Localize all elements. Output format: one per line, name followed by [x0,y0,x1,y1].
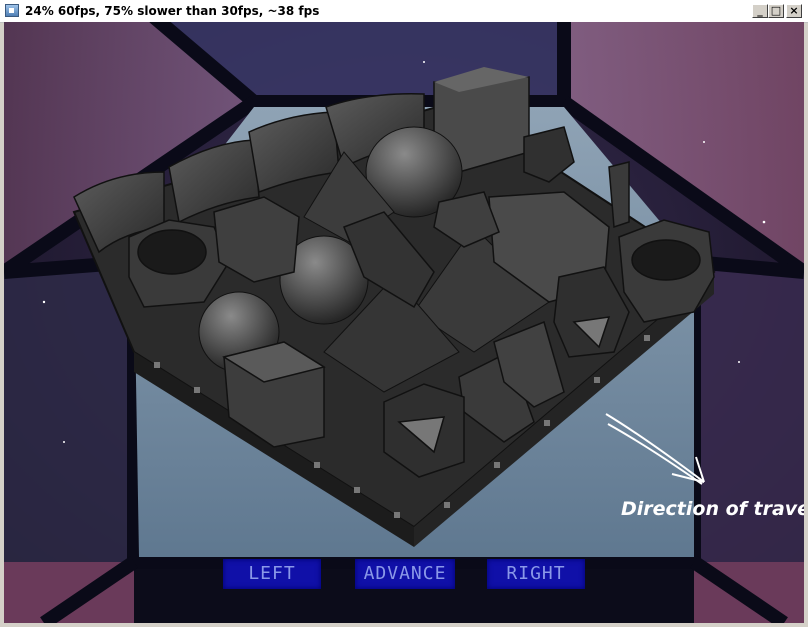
title-bar[interactable]: 24% 60fps, 75% slower than 30fps, ~38 fp… [0,0,808,23]
window-title: 24% 60fps, 75% slower than 30fps, ~38 fp… [25,4,320,18]
advance-button-label: ADVANCE [363,563,447,584]
minimize-icon: _ [757,4,763,17]
left-button-label: LEFT [248,563,296,584]
app-icon [5,4,19,17]
scene-render [4,22,804,623]
game-window: 24% 60fps, 75% slower than 30fps, ~38 fp… [0,0,808,627]
maximize-icon: □ [770,4,782,17]
maximize-button[interactable]: □ [768,4,784,18]
minimize-button[interactable]: _ [752,4,768,18]
close-icon: × [789,4,799,17]
direction-caption: Direction of travel [621,498,804,520]
advance-button[interactable]: ADVANCE [355,559,455,589]
right-button[interactable]: RIGHT [487,559,585,589]
right-button-label: RIGHT [506,563,566,584]
left-button[interactable]: LEFT [223,559,321,589]
game-viewport[interactable]: LEFT ADVANCE RIGHT Direction of travel [4,22,804,623]
close-button[interactable]: × [786,4,802,18]
